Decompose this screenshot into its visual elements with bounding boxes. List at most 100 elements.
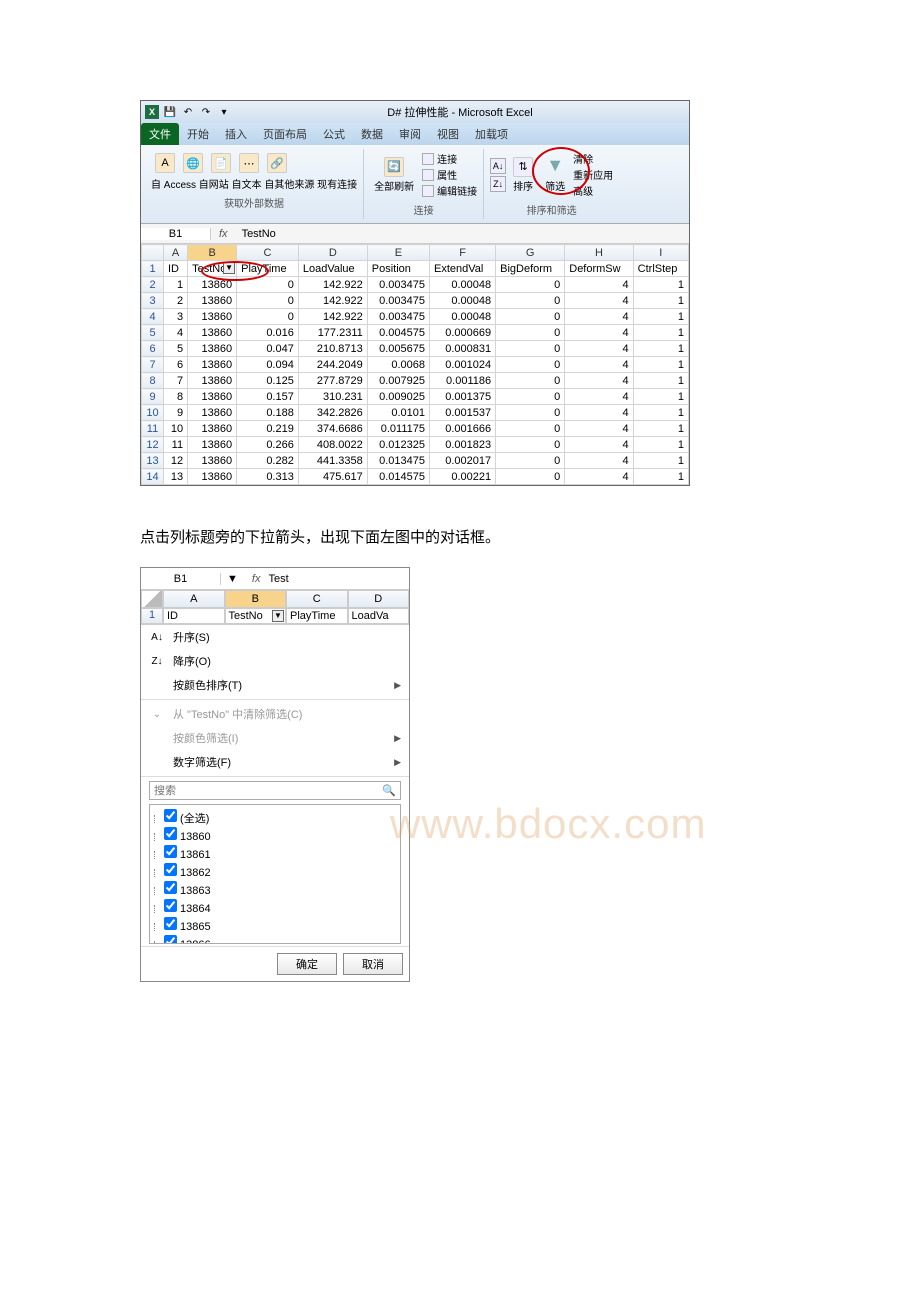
sort-asc-item[interactable]: A↓升序(S) bbox=[141, 625, 409, 649]
data-cell[interactable]: 4 bbox=[565, 421, 633, 437]
data-cell[interactable]: 0.005675 bbox=[367, 341, 429, 357]
data-cell[interactable]: 0 bbox=[237, 309, 299, 325]
sort-color-item[interactable]: 按颜色排序(T)▶ bbox=[141, 673, 409, 697]
data-cell[interactable]: 13860 bbox=[188, 309, 237, 325]
tab-view[interactable]: 视图 bbox=[429, 123, 467, 145]
tab-review[interactable]: 审阅 bbox=[391, 123, 429, 145]
advanced-button[interactable]: 高级 bbox=[573, 183, 593, 198]
col-D[interactable]: D bbox=[348, 590, 410, 608]
redo-icon[interactable]: ↷ bbox=[199, 105, 213, 119]
check-item[interactable]: 13862 bbox=[154, 863, 396, 881]
tab-insert[interactable]: 插入 bbox=[217, 123, 255, 145]
row-header[interactable]: 1 bbox=[142, 261, 164, 277]
data-cell[interactable]: 1 bbox=[633, 277, 688, 293]
header-cell[interactable]: Position bbox=[367, 261, 429, 277]
row-header[interactable]: 4 bbox=[142, 309, 164, 325]
data-cell[interactable]: 0.001186 bbox=[430, 373, 496, 389]
data-cell[interactable]: 0.188 bbox=[237, 405, 299, 421]
data-cell[interactable]: 13860 bbox=[188, 277, 237, 293]
data-cell[interactable]: 1 bbox=[164, 277, 188, 293]
check-item[interactable]: 13861 bbox=[154, 845, 396, 863]
data-cell[interactable]: 4 bbox=[565, 469, 633, 485]
data-cell[interactable]: 0 bbox=[496, 421, 565, 437]
data-cell[interactable]: 0.094 bbox=[237, 357, 299, 373]
tab-formula[interactable]: 公式 bbox=[315, 123, 353, 145]
data-cell[interactable]: 3 bbox=[164, 309, 188, 325]
data-cell[interactable]: 6 bbox=[164, 357, 188, 373]
filter-dropdown-icon[interactable]: ▼ bbox=[272, 610, 284, 622]
data-cell[interactable]: 0 bbox=[237, 293, 299, 309]
data-cell[interactable]: 0 bbox=[496, 405, 565, 421]
data-cell[interactable]: 0.003475 bbox=[367, 309, 429, 325]
data-cell[interactable]: 4 bbox=[565, 453, 633, 469]
row-header[interactable]: 10 bbox=[142, 405, 164, 421]
data-cell[interactable]: 13860 bbox=[188, 437, 237, 453]
col-header[interactable]: D bbox=[298, 245, 367, 261]
col-header[interactable]: A bbox=[164, 245, 188, 261]
data-cell[interactable]: 0.016 bbox=[237, 325, 299, 341]
row-header[interactable]: 14 bbox=[142, 469, 164, 485]
tab-layout[interactable]: 页面布局 bbox=[255, 123, 315, 145]
data-cell[interactable]: 0.011175 bbox=[367, 421, 429, 437]
data-cell[interactable]: 4 bbox=[565, 437, 633, 453]
data-cell[interactable]: 0.000831 bbox=[430, 341, 496, 357]
data-cell[interactable]: 13860 bbox=[188, 325, 237, 341]
row-header[interactable]: 9 bbox=[142, 389, 164, 405]
row-header[interactable]: 3 bbox=[142, 293, 164, 309]
filter-search-input[interactable] bbox=[154, 785, 382, 797]
header-cell[interactable]: CtrlStep bbox=[633, 261, 688, 277]
data-cell[interactable]: 1 bbox=[633, 373, 688, 389]
data-cell[interactable]: 5 bbox=[164, 341, 188, 357]
filter-dropdown-icon[interactable]: ▼ bbox=[223, 262, 235, 274]
data-cell[interactable]: 374.6686 bbox=[298, 421, 367, 437]
filter-search-box[interactable]: 🔍 bbox=[149, 781, 401, 800]
data-cell[interactable]: 142.922 bbox=[298, 277, 367, 293]
header-cell[interactable]: TestNo▼ bbox=[188, 261, 237, 277]
name-box[interactable]: B1 bbox=[141, 228, 211, 240]
data-cell[interactable]: 1 bbox=[633, 421, 688, 437]
data-cell[interactable]: 13860 bbox=[188, 421, 237, 437]
data-cell[interactable]: 8 bbox=[164, 389, 188, 405]
check-item[interactable]: 13865 bbox=[154, 917, 396, 935]
tab-addin[interactable]: 加载项 bbox=[467, 123, 516, 145]
formula-content-2[interactable]: Test bbox=[268, 573, 288, 585]
refresh-all-button[interactable]: 🔄全部刷新 bbox=[370, 155, 418, 195]
data-cell[interactable]: 0.004575 bbox=[367, 325, 429, 341]
from-other-button[interactable]: ⋯ bbox=[235, 151, 263, 176]
check-item[interactable]: 13866 bbox=[154, 935, 396, 944]
data-cell[interactable]: 13860 bbox=[188, 405, 237, 421]
col-header[interactable]: I bbox=[633, 245, 688, 261]
data-cell[interactable]: 1 bbox=[633, 469, 688, 485]
header-cell[interactable]: LoadValue bbox=[298, 261, 367, 277]
data-cell[interactable]: 13860 bbox=[188, 453, 237, 469]
tab-home[interactable]: 开始 bbox=[179, 123, 217, 145]
data-cell[interactable]: 0 bbox=[496, 469, 565, 485]
data-cell[interactable]: 244.2049 bbox=[298, 357, 367, 373]
sort-desc-item[interactable]: Z↓降序(O) bbox=[141, 649, 409, 673]
qat-more-icon[interactable]: ▾ bbox=[217, 105, 231, 119]
row-header[interactable]: 8 bbox=[142, 373, 164, 389]
row-header[interactable]: 6 bbox=[142, 341, 164, 357]
spreadsheet[interactable]: ABCDEFGHI1IDTestNo▼PlayTimeLoadValuePosi… bbox=[141, 244, 689, 485]
check-item[interactable]: 13864 bbox=[154, 899, 396, 917]
data-cell[interactable]: 9 bbox=[164, 405, 188, 421]
select-all-corner[interactable] bbox=[141, 590, 163, 608]
name-box-2[interactable]: B1 bbox=[141, 573, 221, 585]
data-cell[interactable]: 0.001666 bbox=[430, 421, 496, 437]
data-cell[interactable]: 0 bbox=[496, 341, 565, 357]
number-filter-item[interactable]: 数字筛选(F)▶ bbox=[141, 750, 409, 774]
reapply-button[interactable]: 重新应用 bbox=[573, 167, 613, 182]
data-cell[interactable]: 1 bbox=[633, 405, 688, 421]
data-cell[interactable]: 4 bbox=[565, 373, 633, 389]
data-cell[interactable]: 4 bbox=[565, 357, 633, 373]
data-cell[interactable]: 0.125 bbox=[237, 373, 299, 389]
header-cell[interactable]: PlayTime bbox=[237, 261, 299, 277]
data-cell[interactable]: 4 bbox=[565, 389, 633, 405]
data-cell[interactable]: 1 bbox=[633, 309, 688, 325]
data-cell[interactable]: 0.00221 bbox=[430, 469, 496, 485]
data-cell[interactable]: 0.0101 bbox=[367, 405, 429, 421]
ok-button[interactable]: 确定 bbox=[277, 953, 337, 975]
data-cell[interactable]: 0.001537 bbox=[430, 405, 496, 421]
data-cell[interactable]: 1 bbox=[633, 357, 688, 373]
data-cell[interactable]: 10 bbox=[164, 421, 188, 437]
